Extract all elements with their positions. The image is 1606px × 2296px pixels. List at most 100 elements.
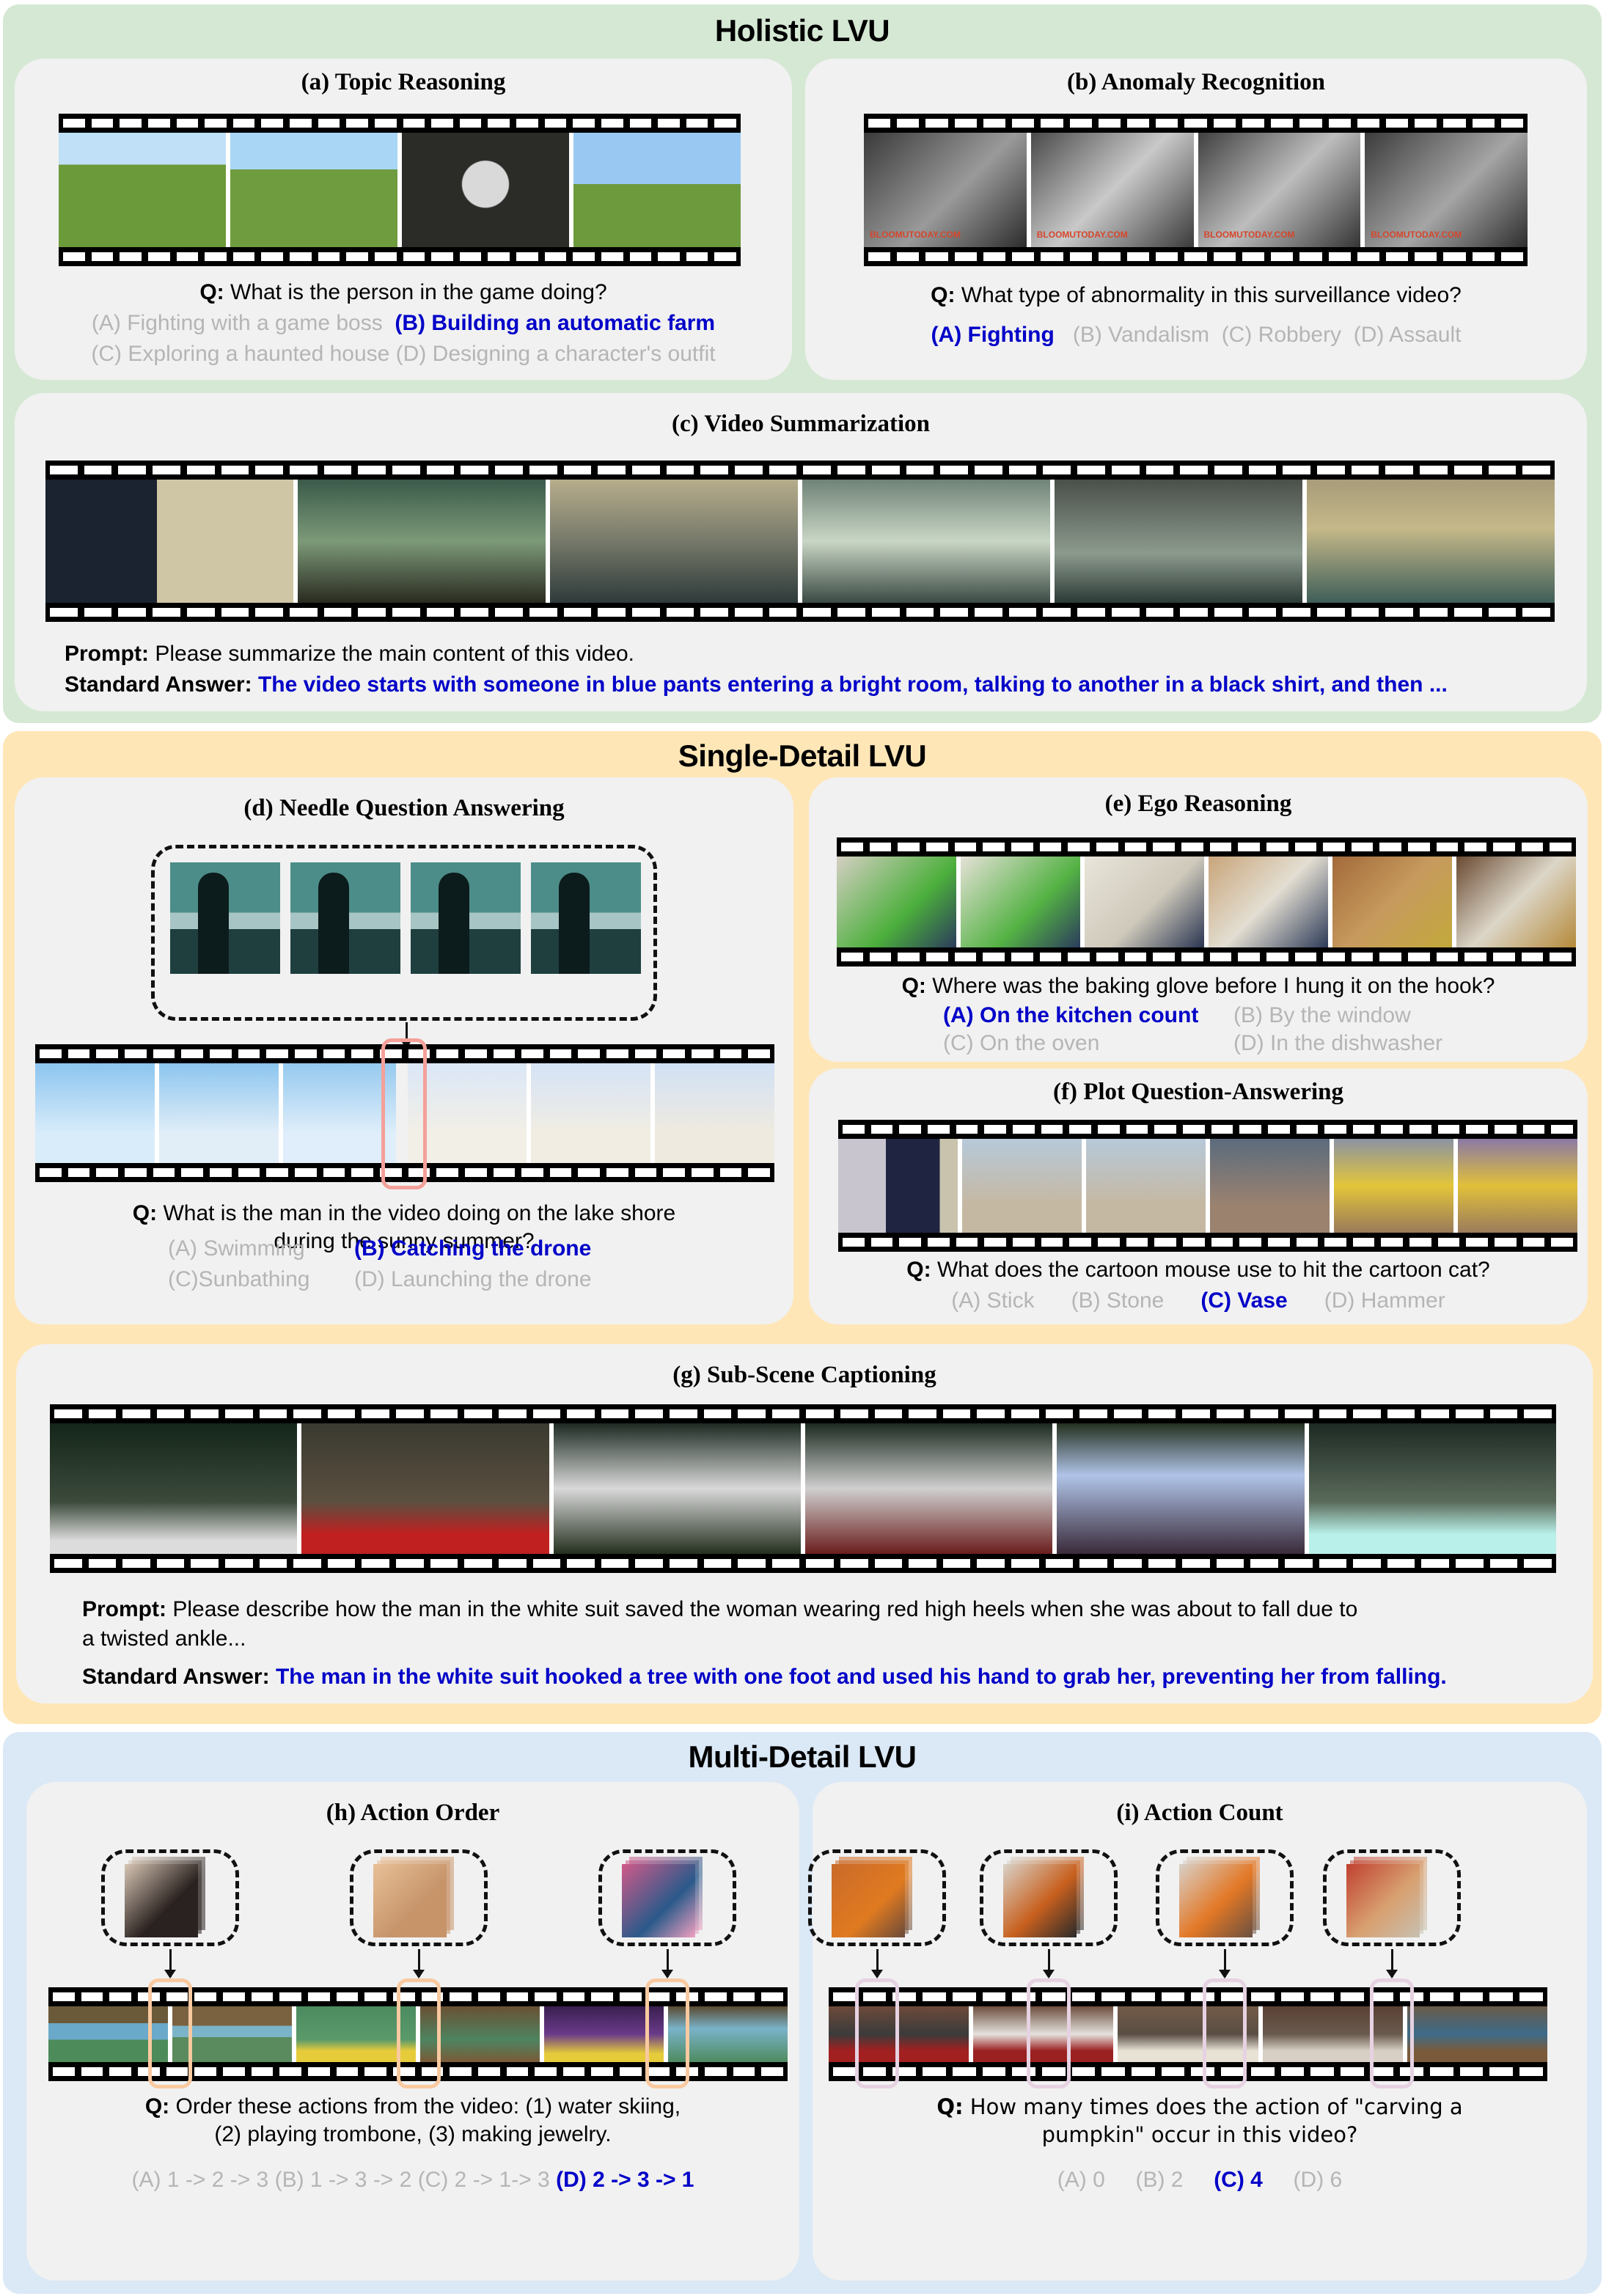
option-d: (D) Hammer xyxy=(1324,1288,1445,1313)
option-b: (B) 2 xyxy=(1135,2168,1184,2192)
sprocket-hole xyxy=(153,1168,175,1177)
sprocket-hole xyxy=(118,466,147,474)
sprocket-hole xyxy=(1466,1125,1489,1134)
options: (A) 1 -> 2 -> 3 (B) 1 -> 3 -> 2 (C) 2 ->… xyxy=(26,2165,799,2196)
sprocket-hole xyxy=(1043,608,1071,617)
sprocket-hole xyxy=(477,2067,500,2076)
sprocket-hole xyxy=(663,1168,686,1177)
sprocket-hole xyxy=(521,1168,543,1177)
sprocket-hole xyxy=(327,1409,356,1418)
sprocket-hole xyxy=(1464,953,1487,961)
sprocket-hole xyxy=(1077,608,1105,617)
sprocket-hole xyxy=(176,252,199,261)
sprocket-hole xyxy=(1238,843,1260,851)
clip-frame xyxy=(1179,1864,1253,1937)
sprocket-hole xyxy=(1101,1992,1126,2001)
sprocket-hole xyxy=(430,1559,458,1568)
sprocket-hole xyxy=(1296,1125,1319,1134)
card-ego-reasoning: (e) Ego Reasoning Q: Where was the bakin… xyxy=(809,777,1588,1062)
question: Q: Order these actions from the video: (… xyxy=(26,2093,799,2149)
option-a: (A) Fighting with a game boss xyxy=(91,311,383,335)
sprocket-hole xyxy=(122,1559,150,1568)
prompt-text-line-1: Please describe how the man in the white… xyxy=(172,1597,1358,1621)
sprocket-hole xyxy=(506,1992,529,2001)
sprocket-hole xyxy=(364,1992,386,2001)
sprocket-hole xyxy=(1493,953,1515,961)
sprocket-hole xyxy=(925,252,948,261)
sprocket-hole xyxy=(1148,1559,1176,1568)
sprocket-holes xyxy=(63,119,736,128)
sprocket-hole xyxy=(251,2067,274,2076)
sprocket-hole xyxy=(1409,1125,1431,1134)
sprocket-hole xyxy=(841,843,863,851)
sprocket-hole xyxy=(1041,1125,1063,1134)
video-frame-vase-mouse-1 xyxy=(962,1139,1082,1233)
option-d: (D) Assault xyxy=(1353,323,1462,347)
sprocket-hole xyxy=(1437,1238,1460,1247)
sprocket-hole xyxy=(293,1409,321,1418)
sprocket-hole xyxy=(251,1992,274,2001)
sprocket-hole xyxy=(232,252,255,261)
down-arrow-icon xyxy=(413,1949,425,1978)
sprocket-hole xyxy=(403,119,425,128)
sprocket-hole xyxy=(1126,252,1150,261)
sprocket-hole xyxy=(1430,1992,1453,2001)
sprocket-hole xyxy=(88,1409,117,1418)
sprocket-hole xyxy=(430,1409,458,1418)
sprocket-hole xyxy=(1421,1559,1449,1568)
sprocket-hole xyxy=(954,252,977,261)
sprocket-hole xyxy=(1250,1409,1278,1418)
sprocket-hole xyxy=(705,1992,727,2001)
sprocket-holes xyxy=(868,119,1524,128)
sprocket-hole xyxy=(1124,843,1147,851)
sprocket-hole xyxy=(1310,2067,1334,2076)
sprocket-hole xyxy=(96,1049,118,1058)
options: (A) 0 (B) 2 (C) 4 (D) 6 xyxy=(813,2165,1587,2196)
sprocket-hole xyxy=(1519,2067,1543,2076)
sprocket-hole xyxy=(529,608,557,617)
sprocket-hole xyxy=(703,1559,732,1568)
sprocket-hole xyxy=(1011,843,1033,851)
video-frame-counter-1 xyxy=(1085,857,1204,947)
video-frames xyxy=(50,1423,1556,1554)
sprocket-hole xyxy=(1420,608,1448,617)
sprocket-hole xyxy=(535,1992,557,2001)
sprocket-hole xyxy=(289,466,318,474)
clip-frame xyxy=(373,1864,447,1937)
sprocket-hole xyxy=(1079,1409,1107,1418)
sprocket-holes xyxy=(54,1409,1552,1418)
sprocket-hole xyxy=(927,1238,950,1247)
sprocket-hole xyxy=(631,466,660,474)
options: (A) Fighting with a game boss (B) Buildi… xyxy=(15,308,792,370)
sprocket-hole xyxy=(1357,252,1379,261)
sprocket-holes xyxy=(833,1992,1543,2001)
action-highlight xyxy=(645,1978,689,2088)
sprocket-hole xyxy=(396,1559,424,1568)
sprocket-hole xyxy=(1488,466,1517,474)
sprocket-hole xyxy=(871,608,900,617)
sprocket-hole xyxy=(954,843,977,851)
sprocket-hole xyxy=(40,1168,62,1177)
sprocket-hole xyxy=(983,119,1006,128)
sprocket-hole xyxy=(871,466,900,474)
sprocket-hole xyxy=(176,119,199,128)
section-title: Single-Detail LVU xyxy=(678,738,927,773)
question-line-1: What is the man in the video doing on th… xyxy=(163,1201,676,1225)
sprocket-hole xyxy=(81,1992,103,2001)
sprocket-hole xyxy=(1216,1409,1244,1418)
prompt-text: Please summarize the main content of thi… xyxy=(155,642,635,666)
down-arrow-icon xyxy=(164,1949,176,1978)
sprocket-hole xyxy=(733,1992,755,2001)
sprocket-hole xyxy=(700,608,729,617)
sprocket-hole xyxy=(562,2067,585,2076)
sprocket-hole xyxy=(498,1409,527,1418)
sprocket-hole xyxy=(703,1409,732,1418)
needle-frame-drone-silhouette-3 xyxy=(411,862,521,974)
clip-frames-making-jewelry xyxy=(373,1857,464,1937)
sprocket-hole xyxy=(692,1168,714,1177)
sprocket-hole xyxy=(40,1049,62,1058)
sprocket-hole xyxy=(874,1559,903,1568)
sprocket-hole xyxy=(1353,1559,1381,1568)
sprocket-hole xyxy=(1071,1992,1096,2001)
video-frame-tree-hook xyxy=(1057,1423,1305,1554)
